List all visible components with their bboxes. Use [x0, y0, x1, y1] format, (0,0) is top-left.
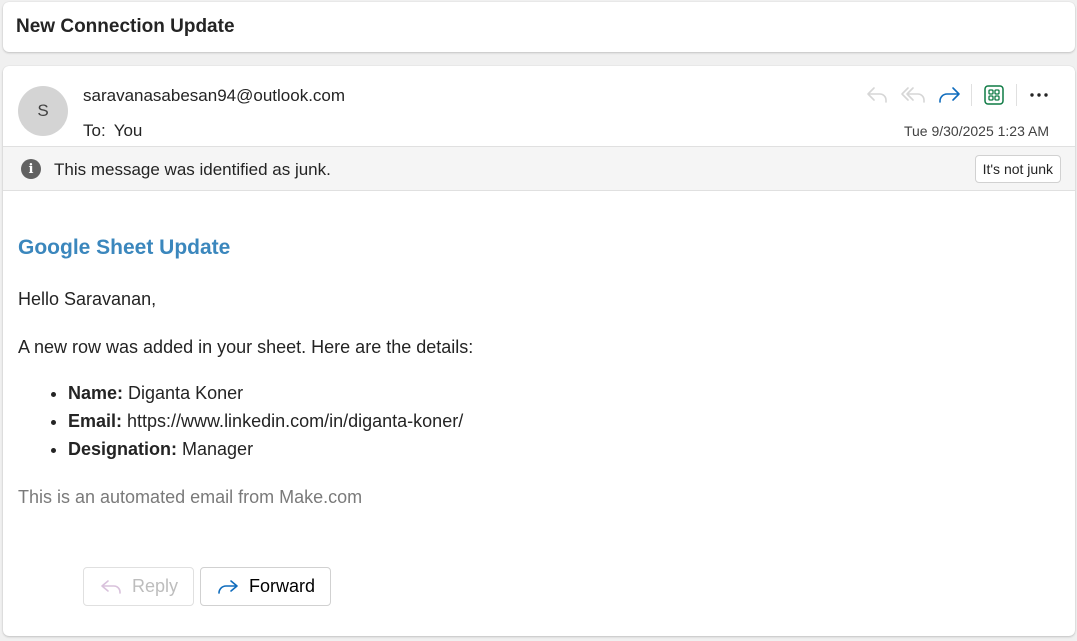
message-card: S saravanasabesan94@outlook.com To: You T… [3, 66, 1075, 636]
forward-button[interactable] [931, 80, 967, 110]
reply-icon [100, 579, 122, 595]
reply-all-button[interactable] [895, 80, 931, 110]
reply-label: Reply [132, 576, 179, 596]
junk-message: This message was identified as junk. [54, 160, 331, 179]
detail-key: Email: [68, 411, 123, 431]
detail-item-name: Name:Diganta Koner [68, 383, 463, 411]
toolbar-divider [1016, 84, 1017, 106]
message-toolbar [859, 80, 1057, 110]
forward-icon [217, 579, 239, 595]
info-icon: i [21, 159, 41, 179]
detail-item-designation: Designation:Manager [68, 439, 463, 467]
detail-value: Manager [182, 439, 254, 459]
reply-icon [867, 87, 887, 103]
subject-title: New Connection Update [16, 16, 235, 37]
message-timestamp: Tue 9/30/2025 1:23 AM [903, 123, 1049, 139]
detail-item-email: Email:https://www.linkedin.com/in/digant… [68, 411, 463, 439]
more-options-button[interactable] [1021, 80, 1057, 110]
detail-value: Diganta Koner [128, 383, 244, 403]
avatar[interactable]: S [18, 86, 68, 136]
reply-button[interactable] [859, 80, 895, 110]
junk-banner: i This message was identified as junk. I… [3, 146, 1075, 191]
forward-icon [939, 87, 960, 103]
forward-label: Forward [249, 576, 316, 596]
email-intro: A new row was added in your sheet. Here … [18, 337, 474, 357]
detail-value: https://www.linkedin.com/in/diganta-kone… [127, 411, 464, 431]
toolbar-divider [971, 84, 972, 106]
avatar-initial: S [37, 101, 49, 120]
more-options-icon [1030, 93, 1048, 97]
reply-action-button[interactable]: Reply [83, 567, 195, 606]
forward-action-button[interactable]: Forward [200, 567, 332, 606]
not-junk-button[interactable]: It's not junk [974, 155, 1061, 183]
apps-icon [984, 85, 1004, 105]
email-greeting: Hello Saravanan, [18, 289, 157, 309]
sender-address[interactable]: saravanasabesan94@outlook.com [83, 86, 345, 106]
recipient-line: To: You [83, 121, 142, 141]
subject-bar: New Connection Update [3, 2, 1075, 52]
detail-key: Name: [68, 383, 124, 403]
apps-button[interactable] [976, 80, 1012, 110]
to-label: To: [83, 121, 106, 140]
email-heading: Google Sheet Update [18, 236, 231, 259]
reply-all-icon [901, 87, 925, 103]
detail-key: Designation: [68, 439, 178, 459]
recipient-name[interactable]: You [114, 121, 143, 140]
automated-note: This is an automated email from Make.com [18, 487, 363, 507]
details-list: Name:Diganta Koner Email:https://www.lin… [68, 383, 463, 467]
reply-actions: Reply Forward [83, 567, 332, 606]
